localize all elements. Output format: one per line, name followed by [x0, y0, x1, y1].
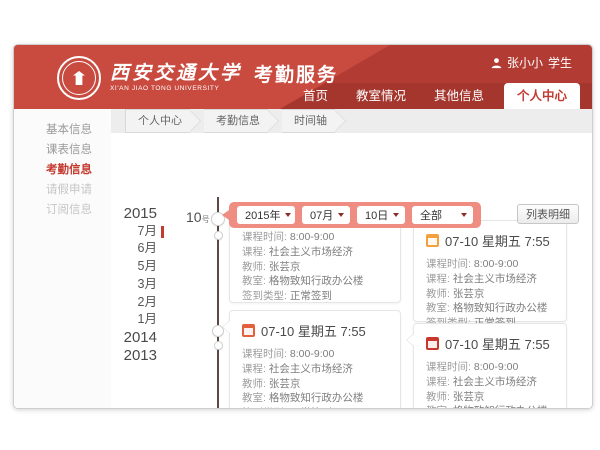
user-menu[interactable]: 张小小 学生 — [491, 54, 572, 71]
timeline-axis — [217, 197, 219, 409]
timeline-node — [214, 231, 223, 240]
scale-month[interactable]: 1月 — [59, 311, 157, 329]
card-field: 课程时间:8:00-9:00 — [242, 347, 388, 362]
timeline-scale: 2015 7月 6月 5月 3月 2月 1月 2014 2013 — [59, 205, 157, 364]
nav-item-other-info[interactable]: 其他信息 — [420, 83, 498, 109]
page: 西安交通大学 XI'AN JIAO TONG UNIVERSITY 考勤服务 张… — [0, 0, 600, 450]
user-role: 学生 — [548, 54, 572, 71]
current-month-tick — [161, 226, 164, 238]
attendance-card: 07-10 星期五 7:55 课程时间:8:00-9:00 课程:社会主义市场经… — [413, 323, 567, 409]
university-name-en: XI'AN JIAO TONG UNIVERSITY — [110, 84, 242, 93]
caret-down-icon — [285, 213, 291, 217]
card-header: 07-10 星期五 7:55 — [426, 231, 554, 250]
university-name-cn: 西安交通大学 — [110, 63, 242, 84]
scale-month[interactable]: 5月 — [59, 258, 157, 276]
scale-month[interactable]: 3月 — [59, 276, 157, 294]
sidebar-item-schedule-info[interactable]: 课表信息 — [14, 140, 111, 160]
card-field: 教师:张芸京 — [426, 390, 554, 405]
sidebar-item-attendance-info[interactable]: 考勤信息 — [14, 160, 111, 180]
scale-year[interactable]: 2013 — [59, 347, 157, 365]
card-field: 课程:社会主义市场经济 — [242, 362, 388, 377]
scale-month[interactable]: 2月 — [59, 294, 157, 312]
app-header: 西安交通大学 XI'AN JIAO TONG UNIVERSITY 考勤服务 张… — [14, 45, 592, 109]
caret-down-icon — [461, 213, 467, 217]
card-field: 教师:张芸京 — [426, 287, 554, 302]
date-filter-bubble: 2015年 07月 10日 全部 — [229, 202, 481, 228]
scale-year[interactable]: 2014 — [59, 329, 157, 347]
university-seal-icon — [57, 56, 101, 100]
card-header: 07-10 星期五 7:55 — [426, 334, 554, 353]
breadcrumb-item-timeline[interactable]: 时间轴 — [282, 109, 335, 133]
card-field: 课程:社会主义市场经济 — [426, 375, 554, 390]
card-field: 教室:格物致知行政办公楼 — [426, 301, 554, 316]
user-name: 张小小 — [507, 54, 543, 71]
card-field: 课程时间:8:00-9:00 — [426, 360, 554, 375]
card-field: 课程:社会主义市场经济 — [426, 272, 554, 287]
card-field: 教师:张芸京 — [242, 377, 388, 392]
sidebar-item-basic-info[interactable]: 基本信息 — [14, 120, 111, 140]
caret-down-icon — [338, 213, 344, 217]
brand-text: 西安交通大学 XI'AN JIAO TONG UNIVERSITY — [110, 63, 242, 93]
card-header: 07-10 星期五 7:55 — [242, 321, 388, 340]
attendance-card: 07-10 星期五 7:55 课程时间:8:00-9:00 课程:社会主义市场经… — [229, 310, 401, 409]
card-field: 课程:社会主义市场经济 — [242, 245, 388, 260]
seal-glyph — [73, 71, 85, 85]
card-field: 教室:格物致知行政办公楼 — [426, 404, 554, 409]
day-dropdown[interactable]: 10日 — [357, 206, 405, 224]
attendance-type-icon — [242, 324, 255, 337]
scale-month-current[interactable]: 7月 — [59, 223, 157, 241]
card-field: 课程时间:8:00-9:00 — [242, 230, 388, 245]
nav-item-home[interactable]: 首页 — [289, 83, 342, 109]
day-marker-10: 10号 — [186, 209, 210, 225]
type-dropdown[interactable]: 全部 — [412, 206, 473, 224]
nav-item-personal-center[interactable]: 个人中心 — [504, 83, 580, 109]
person-icon — [491, 57, 502, 69]
caret-down-icon — [393, 213, 399, 217]
timeline-node — [214, 341, 223, 350]
card-field: 签到类型:正常签到 — [242, 289, 388, 304]
scale-month[interactable]: 6月 — [59, 240, 157, 258]
card-field: 教室:格物致知行政办公楼 — [242, 391, 388, 406]
scale-year[interactable]: 2015 — [59, 205, 157, 223]
card-field: 课程时间:8:00-9:00 — [426, 257, 554, 272]
attendance-type-icon — [426, 337, 439, 350]
attendance-card: 07-10 星期五 7:55 课程时间:8:00-9:00 课程:社会主义市场经… — [413, 220, 567, 322]
year-dropdown[interactable]: 2015年 — [237, 206, 295, 224]
app-window: 西安交通大学 XI'AN JIAO TONG UNIVERSITY 考勤服务 张… — [13, 44, 593, 409]
attendance-type-icon — [426, 234, 439, 247]
card-field: 教室:格物致知行政办公楼 — [242, 274, 388, 289]
card-field: 签到类型:正常签到 — [242, 406, 388, 409]
breadcrumb: 个人中心 考勤信息 时间轴 — [111, 109, 592, 133]
card-field: 教师:张芸京 — [242, 260, 388, 275]
sidebar-item-leave-request[interactable]: 请假申请 — [14, 180, 111, 200]
breadcrumb-item-personal-center[interactable]: 个人中心 — [125, 109, 190, 133]
month-dropdown[interactable]: 07月 — [302, 206, 350, 224]
app-body: 基本信息 课表信息 考勤信息 请假申请 订阅信息 个人中心 考勤信息 时间轴 2… — [14, 109, 592, 408]
nav-item-classrooms[interactable]: 教室情况 — [342, 83, 420, 109]
list-detail-button[interactable]: 列表明细 — [517, 204, 579, 224]
breadcrumb-item-attendance-info[interactable]: 考勤信息 — [204, 109, 268, 133]
main-nav: 首页 教室情况 其他信息 个人中心 — [289, 83, 580, 109]
